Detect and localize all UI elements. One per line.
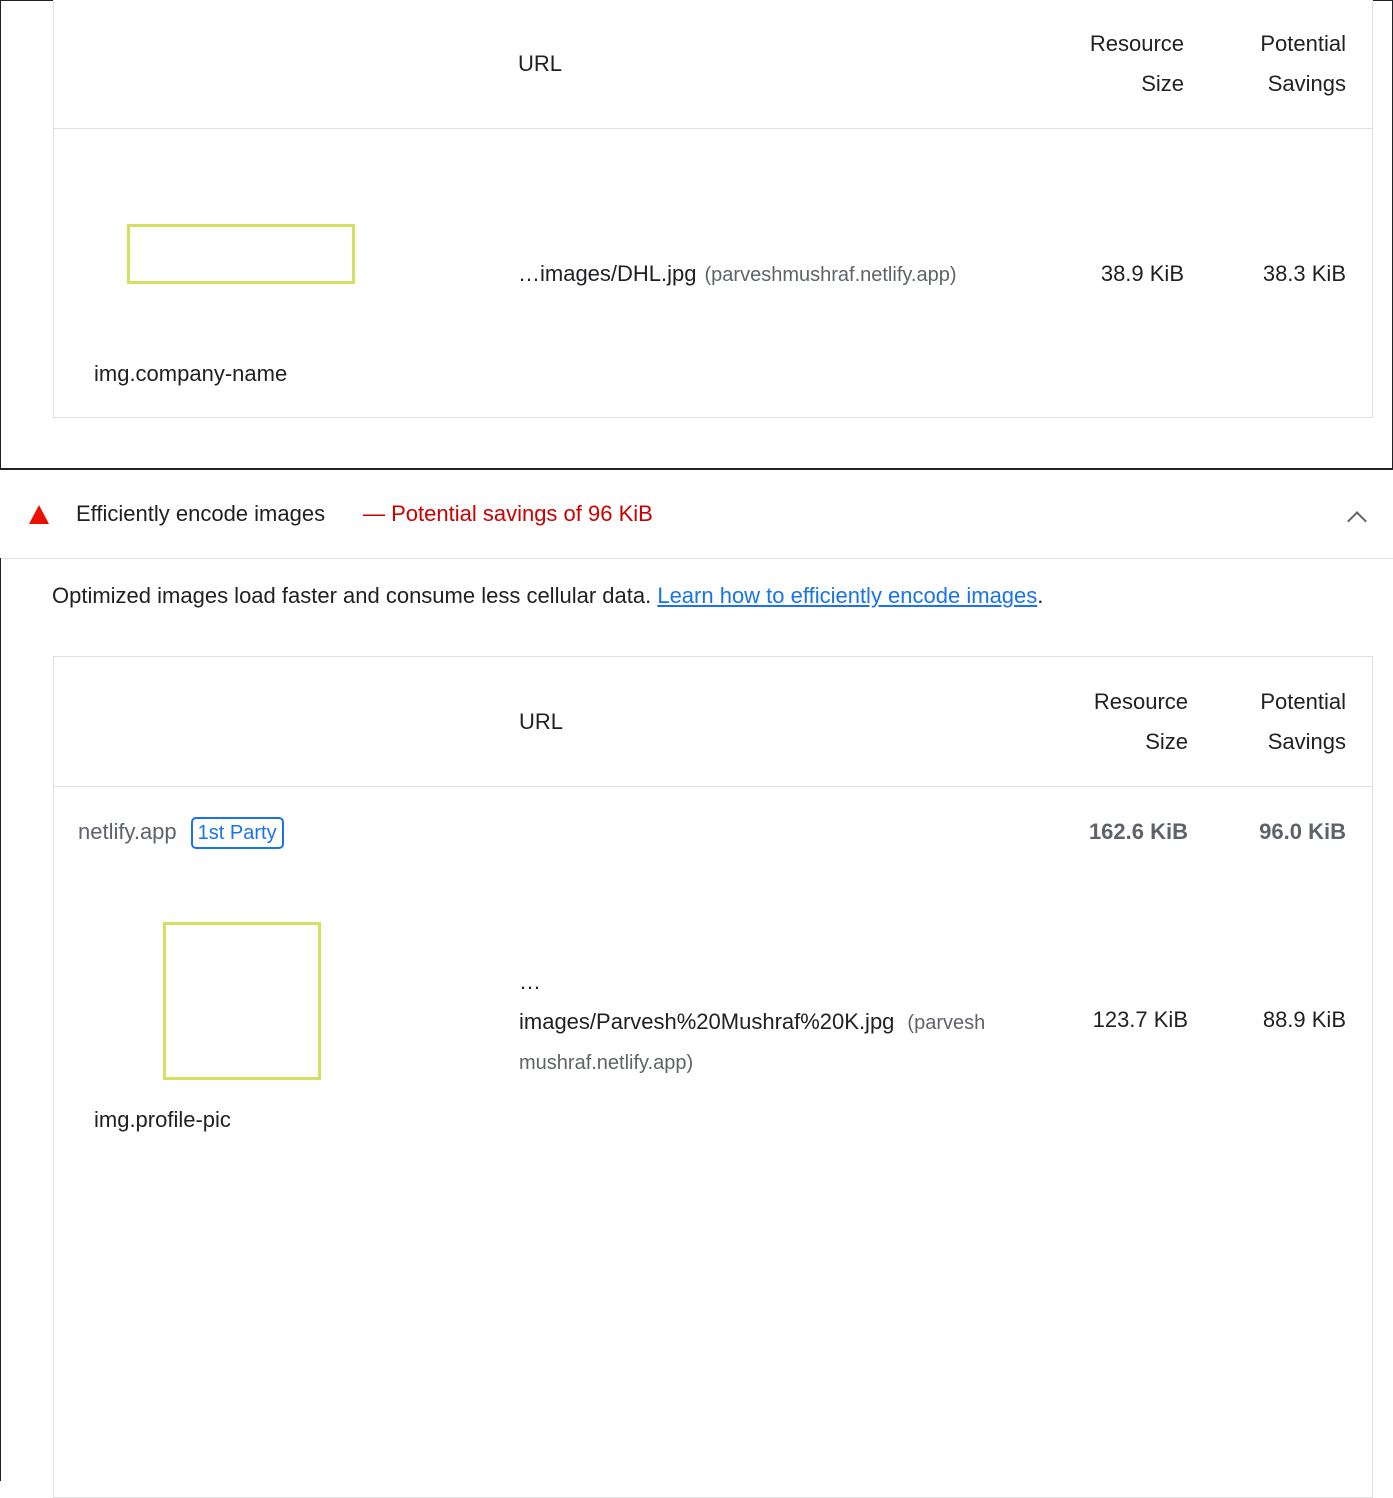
description-suffix: . — [1037, 583, 1044, 608]
url-path[interactable]: …images/DHL.jpg — [518, 261, 697, 286]
url-cell[interactable]: …images/DHL.jpg (parveshmushraf.netlify.a… — [518, 254, 956, 295]
column-header-potential-savings: Potential Savings — [1260, 31, 1346, 96]
column-header-resource-size: Resource Size — [1093, 689, 1188, 754]
url-host: (parveshmushraf.netlify.app) — [704, 264, 957, 286]
learn-more-link[interactable]: Learn how to efficiently encode images — [657, 583, 1037, 608]
column-header-resource-size: Resource Size — [1089, 31, 1184, 96]
audit-savings: — Potential savings of 96 KiB — [363, 501, 653, 526]
resource-size-value: 38.9 KiB — [1100, 261, 1184, 286]
entity-group-row: netlify.app 1st Party — [78, 812, 284, 852]
group-resource-size: 162.6 KiB — [1088, 819, 1188, 844]
url-path[interactable]: images/Parvesh%20Mushraf%20K.jpg — [519, 1009, 894, 1034]
resource-size-value: 123.7 KiB — [1092, 1007, 1188, 1032]
node-label[interactable]: img.company-name — [94, 354, 287, 394]
panel-left-border — [0, 558, 1, 1481]
url-host: (parvesh — [907, 1012, 986, 1034]
table-header-divider — [54, 128, 1372, 129]
url-ellipsis: … — [519, 969, 541, 994]
entity-name: netlify.app — [78, 819, 177, 844]
column-header-url: URL — [519, 709, 564, 734]
potential-savings-value: 88.9 KiB — [1262, 1007, 1346, 1032]
audit-description: Optimized images load faster and consume… — [52, 576, 1043, 616]
node-label[interactable]: img.profile-pic — [94, 1100, 231, 1140]
first-party-badge: 1st Party — [190, 817, 284, 850]
element-thumbnail — [127, 224, 355, 284]
description-text: Optimized images load faster and consume… — [52, 583, 652, 608]
url-cell[interactable]: … images/Parvesh%20Mushraf%20K.jpg (parve… — [519, 962, 985, 1083]
audit-title[interactable]: Efficiently encode images — [76, 494, 325, 534]
url-host-continued: mushraf.netlify.app) — [519, 1052, 694, 1074]
potential-savings-value: 38.3 KiB — [1262, 261, 1346, 286]
table-header-divider — [54, 786, 1372, 787]
column-header-potential-savings: Potential Savings — [1260, 689, 1346, 754]
column-header-url: URL — [518, 51, 563, 76]
group-potential-savings: 96.0 KiB — [1259, 819, 1346, 844]
fail-triangle-icon — [29, 505, 49, 524]
element-thumbnail — [163, 922, 321, 1080]
